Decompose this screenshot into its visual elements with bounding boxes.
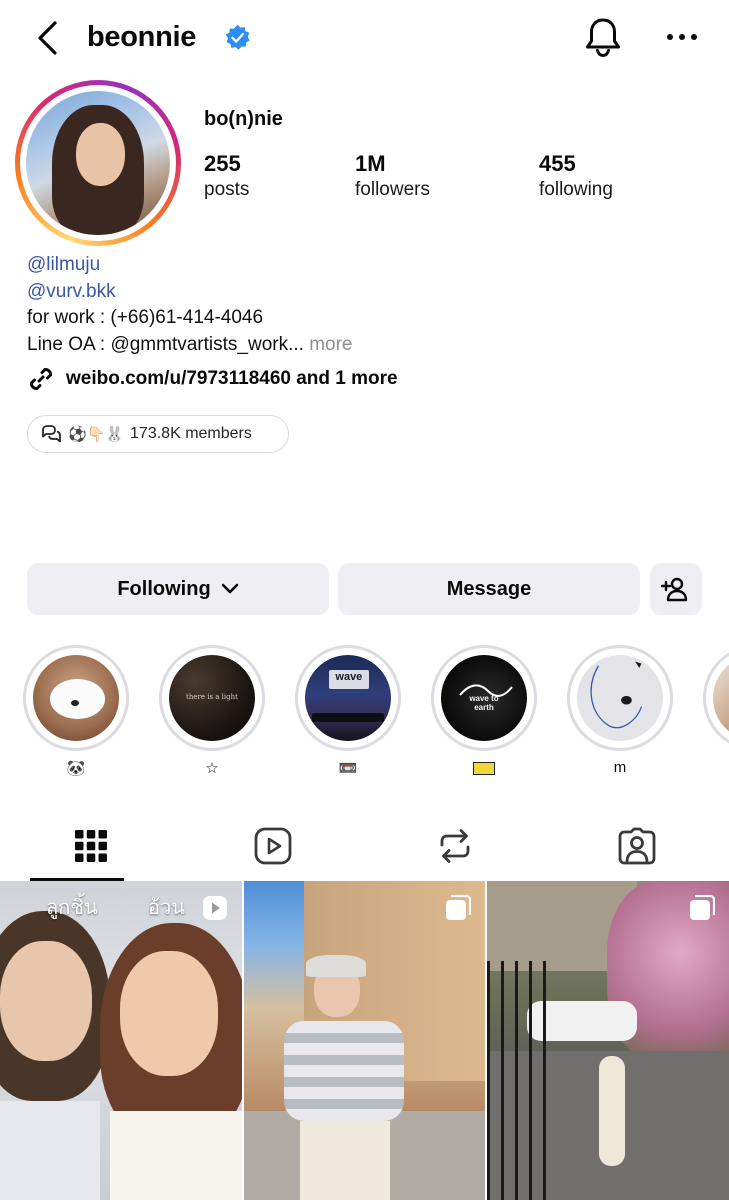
repost-icon: [440, 829, 470, 863]
broadcast-channel-pill[interactable]: ⚽👇🏻🐰 173.8K members: [27, 415, 289, 453]
highlight-cover-sketch: [577, 655, 663, 741]
highlight-cover-light: there is a light: [169, 655, 255, 741]
bio-line-work: for work : (+66)61-414-4046: [27, 307, 264, 328]
post-thumbnail-carousel[interactable]: [244, 881, 485, 1200]
channel-icon: [42, 425, 61, 443]
avatar: [26, 91, 170, 235]
channel-emojis: ⚽👇🏻🐰: [68, 426, 125, 443]
verified-badge-icon: [225, 24, 250, 50]
message-button[interactable]: Message: [338, 563, 640, 615]
bio-more-link[interactable]: more: [309, 334, 352, 355]
story-highlight[interactable]: m: [567, 645, 673, 779]
highlight-cover-wave: wave: [305, 655, 391, 741]
chevron-left-icon: [38, 21, 57, 55]
display-name: bo(n)nie: [204, 108, 283, 130]
followers-count[interactable]: 1M followers: [355, 150, 430, 202]
highlight-cover-wave-to-earth: wave to earth: [441, 655, 527, 741]
bio-line-lineoa: Line OA : @gmmtvartists_work... more: [27, 333, 353, 355]
more-horizontal-icon: [667, 34, 697, 40]
story-highlight[interactable]: wave 📼: [295, 645, 401, 779]
link-icon: [30, 368, 52, 390]
story-highlight[interactable]: there is a light ☆: [159, 645, 265, 779]
highlight-cover-partial: [713, 655, 729, 741]
following-count[interactable]: 455 following: [539, 150, 613, 202]
profile-page: beonnie bo(n)nie 255 posts 1M followers …: [0, 0, 729, 1200]
posts-grid: ลูกชิ้น อ้วน: [0, 881, 729, 1200]
profile-username: beonnie: [87, 21, 197, 53]
channel-members: 173.8K members: [130, 425, 252, 442]
reels-icon: [254, 827, 292, 865]
grid-icon: [75, 830, 107, 862]
story-highlight[interactable]: wave to earth: [431, 645, 537, 779]
post-caption-left: ลูกชิ้น: [46, 897, 98, 919]
suggested-users-button[interactable]: [650, 563, 702, 615]
external-links[interactable]: weibo.com/u/7973118460 and 1 more: [26, 364, 398, 394]
bio-mention-vurv[interactable]: @vurv.bkk: [27, 279, 353, 306]
tagged-person-icon: [618, 827, 656, 865]
posts-count[interactable]: 255 posts: [204, 150, 249, 202]
avatar-story-ring[interactable]: [15, 80, 181, 246]
external-link-text: weibo.com/u/7973118460 and 1 more: [66, 368, 398, 389]
tab-tagged[interactable]: [546, 812, 728, 880]
carousel-badge-icon: [690, 894, 716, 920]
following-button[interactable]: Following: [27, 563, 329, 615]
carousel-badge-icon: [446, 894, 472, 920]
add-person-icon: [661, 577, 688, 602]
reel-badge-icon: [203, 896, 227, 920]
bio-mention-lilmuju[interactable]: @lilmuju: [27, 252, 353, 279]
post-caption-right: อ้วน: [148, 897, 185, 919]
top-bar: beonnie: [0, 0, 729, 76]
more-options-button[interactable]: [664, 22, 700, 52]
tab-reposts[interactable]: [364, 812, 546, 880]
tab-posts-grid[interactable]: [0, 812, 182, 880]
tab-reels[interactable]: [182, 812, 364, 880]
post-thumbnail-carousel[interactable]: [487, 881, 729, 1200]
highlight-cover-dog: [33, 655, 119, 741]
highlight-sticker-label-icon: [473, 761, 495, 775]
chevron-down-icon: [221, 583, 238, 594]
story-highlight[interactable]: 🐼: [23, 645, 129, 779]
wave-graphic-icon: [459, 684, 513, 697]
notifications-button[interactable]: [582, 15, 624, 59]
profile-bio: @lilmuju @vurv.bkk for work : (+66)61-41…: [27, 252, 353, 358]
story-highlight[interactable]: [703, 645, 729, 779]
profile-content-tabs: [0, 812, 729, 881]
sketch-drawing-icon: [590, 661, 643, 729]
back-button[interactable]: [30, 18, 64, 58]
bell-icon: [586, 18, 620, 58]
post-thumbnail-reel[interactable]: ลูกชิ้น อ้วน: [0, 881, 242, 1200]
